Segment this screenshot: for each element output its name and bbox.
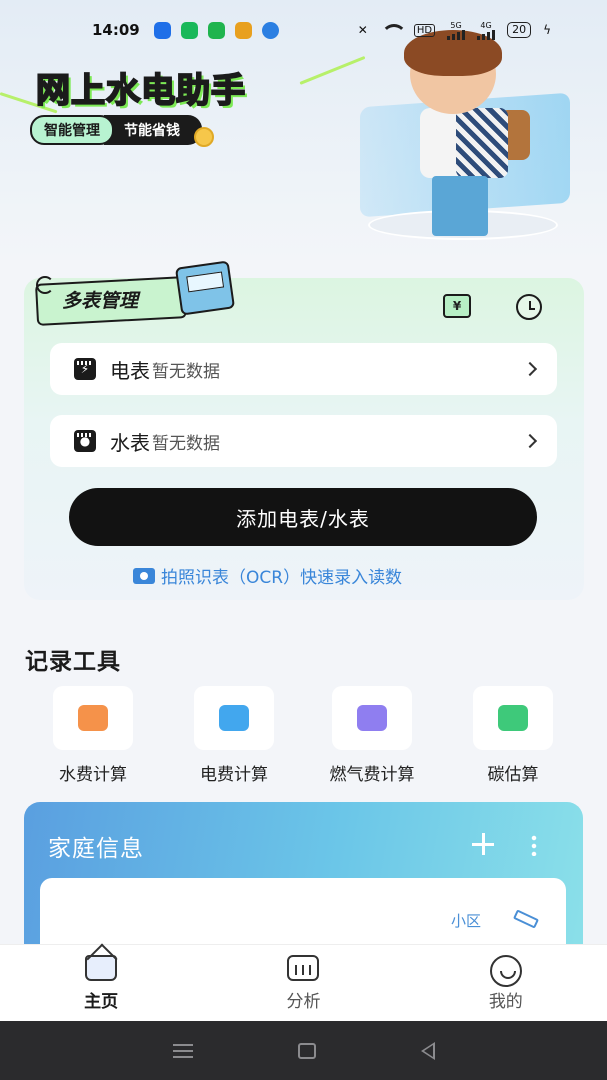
tool-label: 水费计算 [59, 765, 127, 785]
electric-meter-icon: ⚡ [74, 358, 96, 380]
refresh-arrow-icon [36, 276, 54, 294]
charging-icon: ϟ [543, 23, 551, 37]
app-notification-icon [207, 21, 225, 39]
nav-label: 主页 [84, 992, 119, 1012]
signal-icon [447, 29, 466, 40]
water-meter-icon: ● [74, 430, 96, 452]
nav-home[interactable]: 主页 [0, 945, 202, 1021]
app-notification-icon [261, 21, 279, 39]
tools-section-title: 记录工具 [25, 649, 121, 675]
more-vertical-icon[interactable] [531, 834, 537, 856]
mascot-illustration [360, 30, 580, 245]
ocr-hint-text: 拍照识表（OCR）快速录入读数 [161, 568, 403, 588]
meter-row-status: 暂无数据 [152, 433, 220, 454]
mute-icon: ✕ [357, 23, 368, 37]
app-title: 网上水电助手 [35, 70, 246, 112]
tag-energy-saving: 节能省钱 [104, 115, 202, 145]
notification-icons [153, 21, 279, 39]
signal-icon [477, 29, 496, 40]
system-navigation-bar [0, 1021, 607, 1080]
signal-5g-label: 5G [450, 20, 462, 30]
community-label: 小区 [451, 912, 482, 930]
meter-row-title: 电表 [110, 358, 150, 383]
carbon-icon [498, 705, 528, 731]
app-notification-icon [234, 21, 252, 39]
camera-icon [133, 567, 155, 584]
tool-carbon-estimate[interactable]: 碳估算 [468, 686, 558, 785]
nav-label: 分析 [286, 992, 321, 1012]
chevron-right-icon [522, 361, 538, 377]
yen-icon[interactable]: ¥ [443, 294, 471, 318]
system-home-icon[interactable] [297, 1042, 316, 1059]
tool-water-fee[interactable]: 水费计算 [48, 686, 138, 785]
app-notification-icon [180, 21, 198, 39]
hero-tags: 智能管理 节能省钱 [30, 113, 214, 147]
tool-gas-fee[interactable]: 燃气费计算 [327, 686, 417, 785]
clock-history-icon[interactable] [516, 294, 542, 320]
app-notification-icon [153, 21, 171, 39]
electric-meter-row[interactable]: ⚡ 电表 暂无数据 [50, 343, 557, 395]
bar-chart-icon [287, 955, 320, 981]
water-fee-icon [78, 705, 108, 731]
water-meter-row[interactable]: ● 水表 暂无数据 [50, 415, 557, 467]
nav-analysis[interactable]: 分析 [202, 945, 404, 1021]
multi-meter-title: 多表管理 [62, 290, 139, 312]
system-back-icon[interactable] [420, 1041, 435, 1060]
bottom-navigation: 主页 分析 我的 [0, 944, 607, 1021]
add-meter-button[interactable]: 添加电表/水表 [69, 488, 537, 546]
ocr-shortcut-link[interactable]: 拍照识表（OCR）快速录入读数 [133, 563, 402, 588]
electric-fee-icon [219, 705, 249, 731]
status-indicators: ✕ HD 5G 4G 20 ϟ [358, 21, 551, 40]
nav-label: 我的 [488, 992, 523, 1012]
tool-label: 电费计算 [200, 765, 268, 785]
tool-electric-fee[interactable]: 电费计算 [189, 686, 279, 785]
coin-icon [194, 127, 214, 147]
tool-label: 碳估算 [487, 765, 539, 785]
signal-4g-label: 4G [480, 20, 492, 30]
recent-apps-icon[interactable] [172, 1043, 193, 1058]
nav-profile[interactable]: 我的 [405, 945, 607, 1021]
wifi-icon [380, 22, 407, 38]
add-icon[interactable] [472, 833, 494, 855]
status-bar: 14:09 ✕ HD 5G 4G 20 ϟ [0, 0, 607, 60]
tag-smart-management: 智能管理 [30, 115, 114, 145]
hd-label: HD [413, 23, 436, 37]
meter-row-title: 水表 [110, 430, 150, 455]
family-info-title: 家庭信息 [48, 836, 144, 862]
battery-indicator: 20 [507, 22, 532, 38]
status-time: 14:09 [92, 21, 140, 39]
gas-fee-icon [357, 705, 387, 731]
tool-label: 燃气费计算 [329, 765, 415, 785]
home-icon [85, 955, 118, 981]
meter-illustration-icon [174, 260, 236, 316]
meter-row-status: 暂无数据 [152, 361, 220, 382]
smiley-profile-icon [489, 955, 522, 987]
chevron-right-icon [522, 433, 538, 449]
